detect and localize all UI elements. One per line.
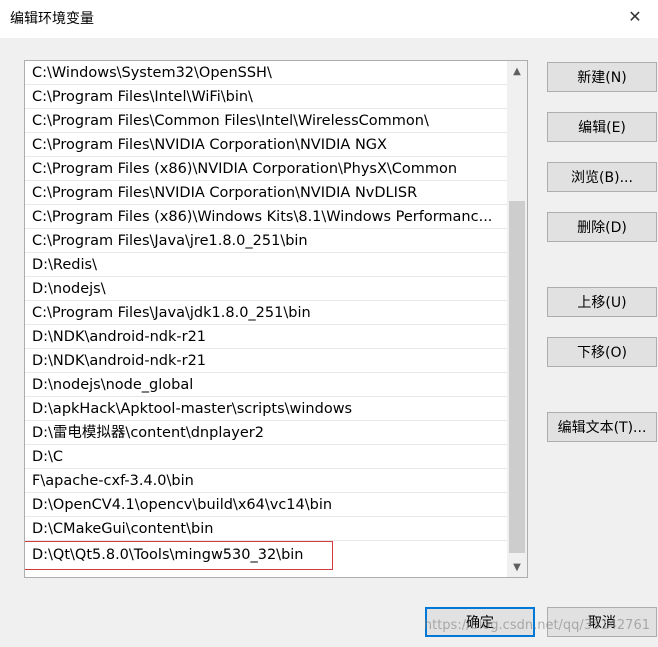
list-item[interactable]: D:\Redis\ [25,253,507,277]
list-item[interactable]: C:\Program Files\NVIDIA Corporation\NVID… [25,133,507,157]
list-item[interactable]: C:\Program Files (x86)\NVIDIA Corporatio… [25,157,507,181]
list-item[interactable]: C:\Program Files\Java\jre1.8.0_251\bin [25,229,507,253]
list-item[interactable]: D:\OpenCV4.1\opencv\build\x64\vc14\bin [25,493,507,517]
path-list-items: C:\Windows\System32\OpenSSH\ C:\Program F… [25,61,507,570]
scroll-down-icon[interactable]: ▼ [507,557,527,577]
new-button[interactable]: 新建(N) [547,62,657,92]
list-item[interactable]: D:\nodejs\ [25,277,507,301]
watermark: https://blog.csdn.net/qq/35142761 [423,618,650,633]
list-item[interactable]: D:\CMakeGui\content\bin [25,517,507,541]
list-item[interactable]: D:\nodejs\node_global [25,373,507,397]
scroll-up-icon[interactable]: ▲ [507,61,527,81]
move-up-button[interactable]: 上移(U) [547,287,657,317]
list-item[interactable]: D:\NDK\android-ndk-r21 [25,325,507,349]
list-item[interactable]: D:\Qt\Qt5.8.0\Tools\mingw530_32\bin [25,541,333,570]
close-icon[interactable]: ✕ [612,0,658,32]
list-item[interactable]: C:\Program Files\Common Files\Intel\Wire… [25,109,507,133]
vertical-scrollbar[interactable]: ▲ ▼ [507,61,527,577]
window-title: 编辑环境变量 [10,11,94,27]
list-item[interactable]: C:\Program Files (x86)\Windows Kits\8.1\… [25,205,507,229]
list-item[interactable]: C:\Program Files\Java\jdk1.8.0_251\bin [25,301,507,325]
edit-text-button[interactable]: 编辑文本(T)... [547,412,657,442]
browse-button[interactable]: 浏览(B)... [547,162,657,192]
edit-button[interactable]: 编辑(E) [547,112,657,142]
path-list[interactable]: C:\Windows\System32\OpenSSH\ C:\Program F… [24,60,528,578]
scrollbar-thumb[interactable] [509,201,525,553]
list-item[interactable]: C:\Windows\System32\OpenSSH\ [25,61,507,85]
list-item[interactable]: C:\Program Files\Intel\WiFi\bin\ [25,85,507,109]
list-item[interactable]: D:\NDK\android-ndk-r21 [25,349,507,373]
title-bar: 编辑环境变量 ✕ [0,0,658,38]
list-item[interactable]: F\apache-cxf-3.4.0\bin [25,469,507,493]
move-down-button[interactable]: 下移(O) [547,337,657,367]
list-item[interactable]: D:\apkHack\Apktool-master\scripts\window… [25,397,507,421]
list-item[interactable]: D:\雷电模拟器\content\dnplayer2 [25,421,507,445]
list-item[interactable]: C:\Program Files\NVIDIA Corporation\NVID… [25,181,507,205]
list-item[interactable]: D:\C [25,445,507,469]
delete-button[interactable]: 删除(D) [547,212,657,242]
